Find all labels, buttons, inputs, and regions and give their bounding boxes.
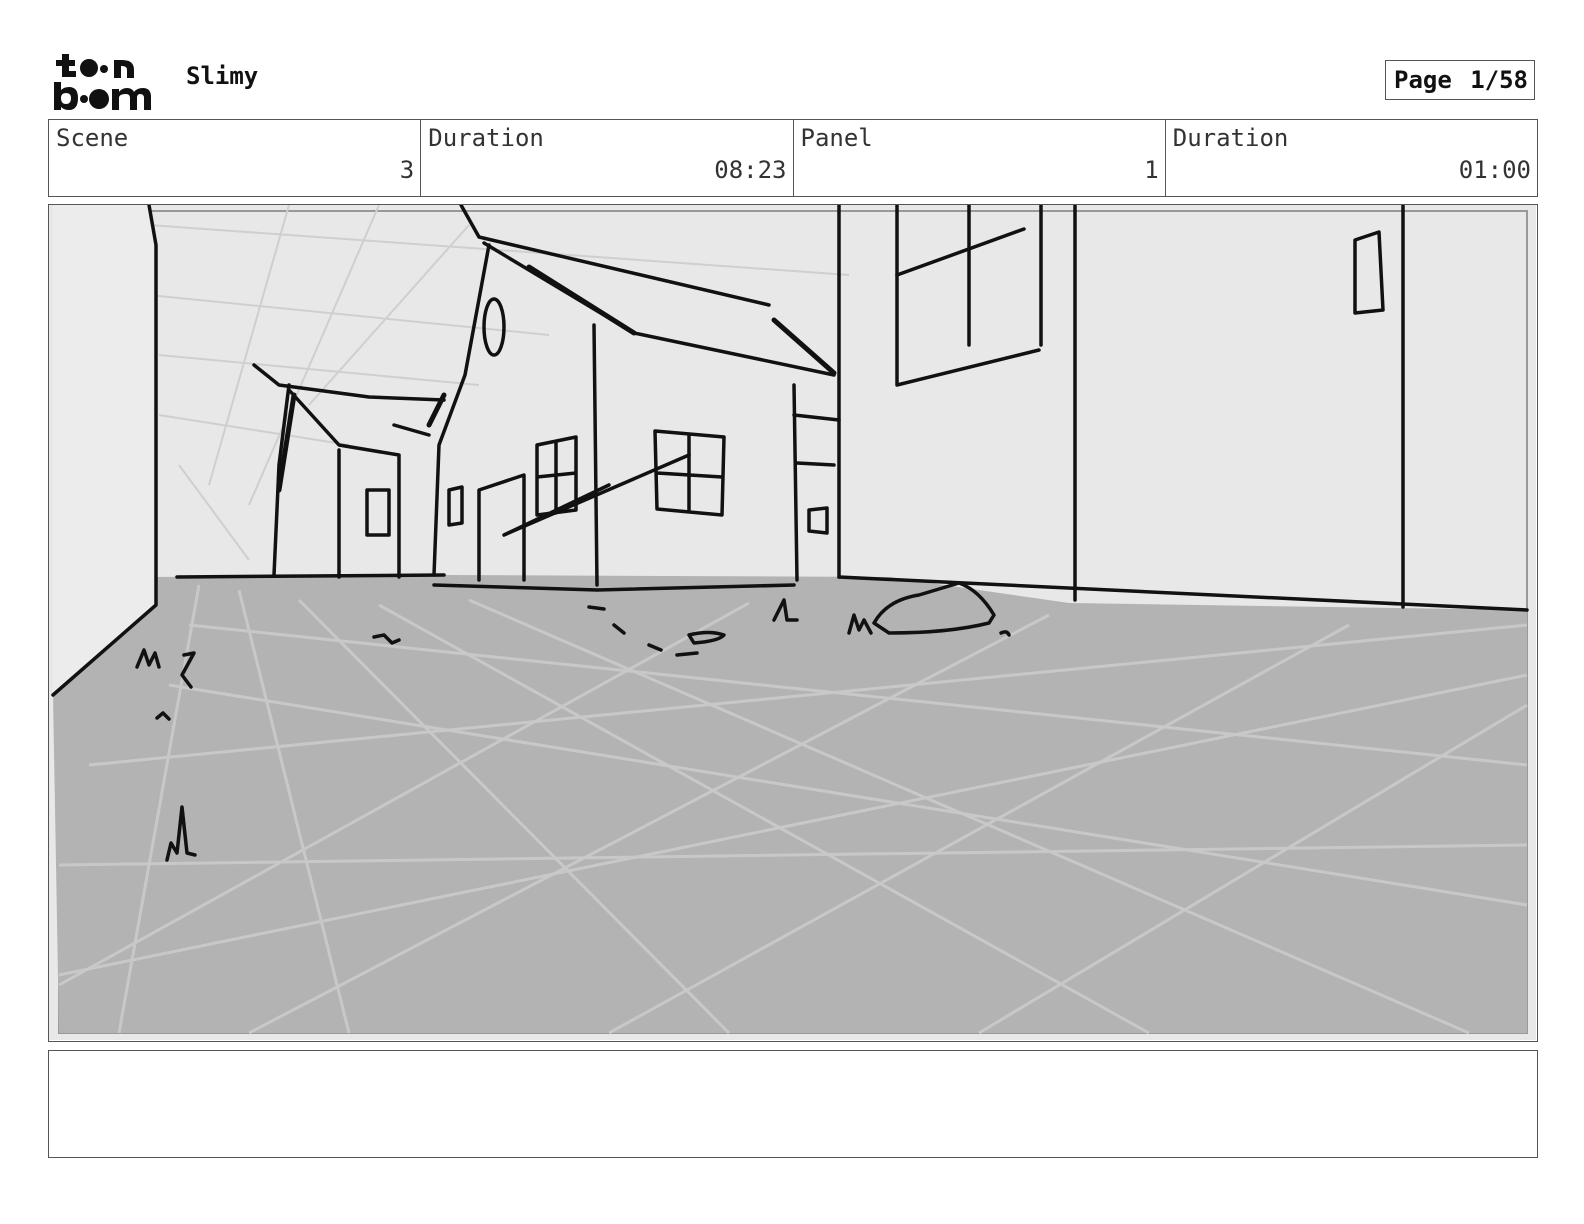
panel-label: Panel: [800, 124, 873, 152]
panel-sketch: [49, 205, 1536, 1040]
scene-cell: Scene 3: [49, 120, 422, 196]
panel-duration-cell: Duration 01:00: [1166, 120, 1537, 196]
panel-value: 1: [1144, 156, 1159, 184]
panel-duration-label: Duration: [1172, 124, 1289, 152]
storyboard-panel[interactable]: [48, 204, 1538, 1042]
page-number: 1/58: [1470, 66, 1528, 94]
panel-duration-value: 01:00: [1458, 156, 1531, 184]
panel-cell: Panel 1: [794, 120, 1166, 196]
scene-value: 3: [399, 156, 415, 184]
page-label: Page: [1394, 66, 1452, 94]
scene-duration-value: 08:23: [714, 156, 787, 184]
page-indicator: Page 1/58: [1385, 60, 1535, 100]
toon-boom-logo: [52, 52, 164, 112]
project-title: Slimy: [186, 62, 259, 90]
scene-label: Scene: [56, 124, 129, 152]
scene-duration-cell: Duration 08:23: [421, 120, 794, 196]
panel-notes[interactable]: [48, 1050, 1538, 1158]
scene-duration-label: Duration: [428, 124, 544, 152]
scene-info-table: Scene 3 Duration 08:23 Panel 1 Duration …: [48, 119, 1538, 197]
